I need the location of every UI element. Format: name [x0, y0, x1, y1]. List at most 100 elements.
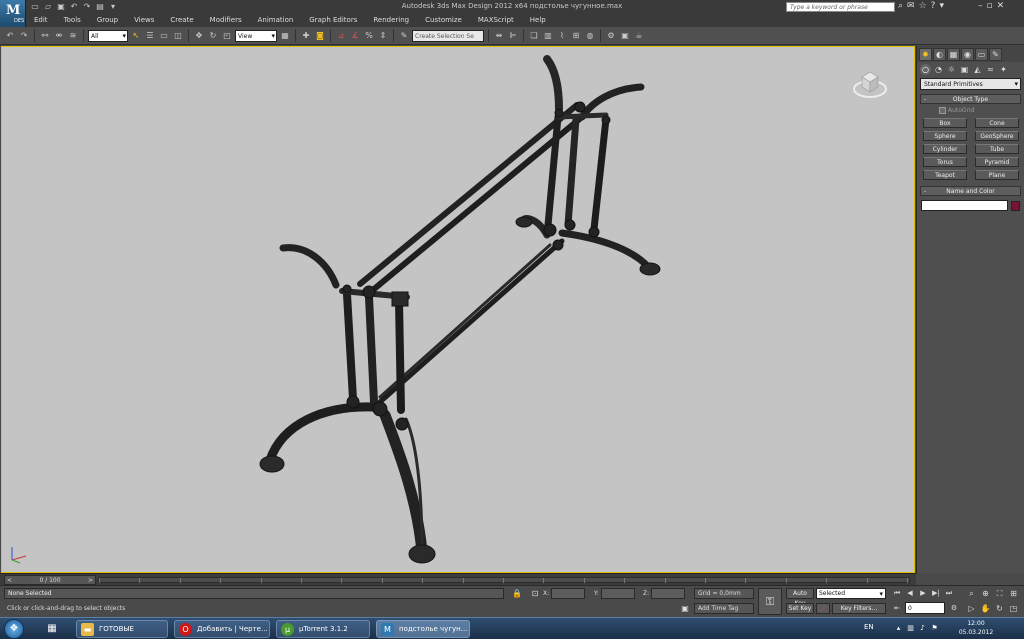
menu-group[interactable]: Group [89, 14, 126, 27]
start-button[interactable]: ❖ [4, 619, 24, 639]
current-frame-field[interactable]: 0 [905, 602, 945, 614]
plane-button[interactable]: Plane [975, 170, 1019, 180]
menu-views[interactable]: Views [126, 14, 162, 27]
help-dropdown-icon[interactable]: ▾ [939, 1, 944, 12]
quick-access-dropdown-icon[interactable]: ▾ [108, 2, 118, 11]
geosphere-button[interactable]: GeoSphere [975, 131, 1019, 141]
clock-date[interactable]: 05.03.2012 [956, 629, 996, 636]
shapes-icon[interactable]: ◔ [933, 64, 944, 75]
zoom-extents-all-icon[interactable]: ⊞ [1008, 588, 1019, 599]
save-file-icon[interactable]: ▣ [56, 2, 66, 11]
autogrid-checkbox[interactable]: AutoGrid [939, 107, 1024, 114]
volume-icon[interactable]: ♪ [918, 623, 927, 633]
keyboard-shortcut-override-icon[interactable]: ◙ [314, 30, 326, 42]
timeline-track[interactable] [98, 577, 910, 583]
select-and-link-icon[interactable]: ⚯ [39, 30, 51, 42]
render-production-icon[interactable]: ☕ [633, 30, 645, 42]
geometry-icon[interactable]: ○ [920, 63, 931, 75]
default-in-out-tangent-icon[interactable]: ⟋ [816, 603, 830, 614]
viewcube-icon[interactable] [852, 65, 888, 101]
select-object-icon[interactable]: ↖ [130, 30, 142, 42]
taskbar-item-folder[interactable]: ▬ ГОТОВЫЕ [76, 620, 168, 638]
display-tab-icon[interactable]: ▭ [975, 47, 988, 61]
name-and-color-rollout[interactable]: Name and Color [920, 186, 1021, 196]
rectangular-selection-icon[interactable]: ▭ [158, 30, 170, 42]
explorer-pin-icon[interactable]: ▦ [44, 621, 60, 637]
mirror-icon[interactable]: ⇹ [493, 30, 505, 42]
teapot-button[interactable]: Teapot [923, 170, 967, 180]
key-mode-toggle-icon[interactable]: ⇤ [891, 603, 903, 614]
render-setup-icon[interactable]: ⚙ [605, 30, 617, 42]
next-frame-icon[interactable]: ▶| [930, 588, 942, 599]
taskbar-item-3dsmax[interactable]: M подстолье чугун... [376, 620, 470, 638]
menu-help[interactable]: Help [522, 14, 554, 27]
spinner-snap-icon[interactable]: ⇕ [377, 30, 389, 42]
pivot-center-icon[interactable]: ▦ [279, 30, 291, 42]
unlink-icon[interactable]: ⚮ [53, 30, 65, 42]
selection-lock-icon[interactable]: 🔒 [512, 589, 522, 599]
menu-graph-editors[interactable]: Graph Editors [301, 14, 365, 27]
close-icon[interactable]: ✕ [997, 1, 1005, 12]
search-input[interactable]: Type a keyword or phrase [786, 2, 895, 12]
menu-maxscript[interactable]: MAXScript [470, 14, 522, 27]
lights-icon[interactable]: ☼ [946, 64, 957, 75]
layer-manager-icon[interactable]: ❏ [528, 30, 540, 42]
maximize-icon[interactable]: ▫ [987, 1, 993, 12]
tube-button[interactable]: Tube [975, 144, 1019, 154]
set-key-button[interactable]: Set Key [786, 603, 814, 614]
rendered-frame-window-icon[interactable]: ▣ [619, 30, 631, 42]
menu-modifiers[interactable]: Modifiers [202, 14, 250, 27]
field-of-view-icon[interactable]: ▷ [966, 603, 977, 614]
app-menu-button[interactable]: M DES [0, 0, 26, 27]
new-file-icon[interactable]: ▭ [30, 2, 40, 11]
select-and-scale-icon[interactable]: ◰ [221, 30, 233, 42]
torus-button[interactable]: Torus [923, 157, 967, 167]
key-set-dropdown[interactable]: Selected [816, 588, 886, 599]
utilities-tab-icon[interactable]: ✎ [989, 47, 1002, 61]
menu-animation[interactable]: Animation [250, 14, 302, 27]
redo-icon[interactable]: ↷ [18, 30, 30, 42]
undo-icon[interactable]: ↶ [4, 30, 16, 42]
open-file-icon[interactable]: ▱ [43, 2, 53, 11]
zoom-extents-icon[interactable]: ⛶ [994, 588, 1005, 599]
modify-tab-icon[interactable]: ◐ [933, 47, 946, 61]
redo-icon[interactable]: ↷ [82, 2, 92, 11]
go-to-start-icon[interactable]: ⏮ [891, 588, 903, 599]
orbit-icon[interactable]: ↻ [994, 603, 1005, 614]
help-icon[interactable]: ? [931, 1, 936, 12]
set-key-mode-icon[interactable]: ⚿ [758, 588, 782, 615]
menu-customize[interactable]: Customize [417, 14, 470, 27]
pyramid-button[interactable]: Pyramid [975, 157, 1019, 167]
select-by-name-icon[interactable]: ☰ [144, 30, 156, 42]
favorites-icon[interactable]: ☆ [919, 1, 927, 12]
align-icon[interactable]: ⊫ [507, 30, 519, 42]
play-icon[interactable]: ▶ [917, 588, 929, 599]
motion-tab-icon[interactable]: ◉ [961, 47, 974, 61]
object-color-swatch[interactable] [1011, 200, 1020, 211]
sphere-button[interactable]: Sphere [923, 131, 967, 141]
curve-editor-icon[interactable]: ⌇ [556, 30, 568, 42]
undo-icon[interactable]: ↶ [69, 2, 79, 11]
menu-tools[interactable]: Tools [56, 14, 89, 27]
selection-filter-dropdown[interactable]: All [88, 29, 128, 42]
z-coordinate-field[interactable] [651, 588, 685, 599]
primitive-category-dropdown[interactable]: Standard Primitives [920, 78, 1021, 90]
box-button[interactable]: Box [923, 118, 967, 128]
schematic-view-icon[interactable]: ⊞ [570, 30, 582, 42]
graphite-ribbon-icon[interactable]: ▥ [542, 30, 554, 42]
key-filters-button[interactable]: Key Filters... [832, 603, 886, 614]
perspective-viewport[interactable] [1, 46, 915, 573]
communication-icon[interactable]: ✉ [907, 1, 915, 12]
menu-rendering[interactable]: Rendering [365, 14, 417, 27]
edit-named-selection-icon[interactable]: ✎ [398, 30, 410, 42]
bind-space-warp-icon[interactable]: ≋ [67, 30, 79, 42]
object-type-rollout[interactable]: Object Type [920, 94, 1021, 104]
angle-snap-icon[interactable]: ∡ [349, 30, 361, 42]
minimize-icon[interactable]: – [978, 1, 983, 12]
zoom-icon[interactable]: ⌕ [966, 588, 977, 599]
systems-icon[interactable]: ✦ [998, 64, 1009, 75]
cylinder-button[interactable]: Cylinder [923, 144, 967, 154]
menu-edit[interactable]: Edit [26, 14, 56, 27]
auto-key-button[interactable]: Auto Key [786, 588, 814, 607]
helpers-icon[interactable]: ◭ [972, 64, 983, 75]
